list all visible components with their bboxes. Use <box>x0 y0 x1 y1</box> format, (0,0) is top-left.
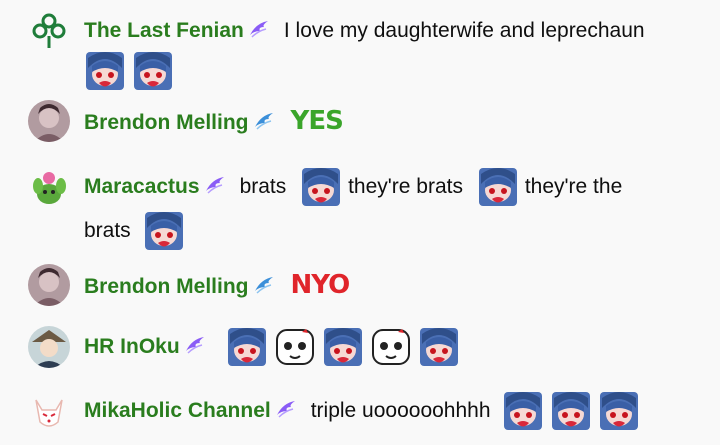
message-text: triple uoooooohhhh <box>310 399 491 422</box>
fox-mask-avatar-icon <box>28 390 70 432</box>
panda-emote-icon <box>370 326 412 368</box>
brendon-avatar-icon <box>28 100 70 142</box>
author-name[interactable]: HR InOku <box>84 335 180 358</box>
author-avatar[interactable] <box>28 10 70 52</box>
girl-emote-icon <box>477 166 519 208</box>
girl-emote-icon <box>132 50 174 92</box>
author-name[interactable]: Brendon Melling <box>84 111 249 134</box>
panda-emote-icon <box>274 326 316 368</box>
girl-emote-icon <box>502 390 544 432</box>
girl-emote-icon <box>300 166 342 208</box>
girl-emote-icon <box>550 390 592 432</box>
live-chat: The Last Fenian I love my daughterwife an… <box>0 0 720 445</box>
author-name[interactable]: Brendon Melling <box>84 275 249 298</box>
author-avatar[interactable] <box>28 166 70 208</box>
author-name[interactable]: The Last Fenian <box>84 19 244 42</box>
message-text: brats <box>239 175 287 198</box>
author-avatar[interactable] <box>28 100 70 142</box>
girl-emote-icon <box>226 326 268 368</box>
author-avatar[interactable] <box>28 326 70 368</box>
member-badge-icon <box>184 335 206 355</box>
author-name[interactable]: Maracactus <box>84 175 200 198</box>
member-badge-icon <box>248 19 270 39</box>
brendon-avatar-icon <box>28 264 70 306</box>
cactus-avatar-icon <box>28 166 70 208</box>
author-avatar[interactable] <box>28 264 70 306</box>
message-text: they're brats <box>348 175 463 198</box>
message-text: they're the <box>524 175 623 198</box>
member-badge-icon <box>204 175 226 195</box>
girl-emote-icon <box>143 210 185 252</box>
girl-emote-icon <box>84 50 126 92</box>
nyo-emote: NYO <box>290 270 351 300</box>
message-text: brats <box>84 219 131 242</box>
author-name[interactable]: MikaHolic Channel <box>84 399 271 422</box>
message-text: I love my daughterwife and leprechaun <box>283 19 645 42</box>
shamrock-icon <box>28 10 70 52</box>
girl-emote-icon <box>418 326 460 368</box>
member-badge-icon <box>253 111 275 131</box>
yes-emote: YES <box>290 106 344 136</box>
emote-row <box>84 50 180 92</box>
girl-emote-icon <box>322 326 364 368</box>
girl-emote-icon <box>598 390 640 432</box>
member-badge-icon <box>275 399 297 419</box>
author-avatar[interactable] <box>28 390 70 432</box>
member-badge-icon <box>253 275 275 295</box>
hr-inoku-avatar-icon <box>28 326 70 368</box>
